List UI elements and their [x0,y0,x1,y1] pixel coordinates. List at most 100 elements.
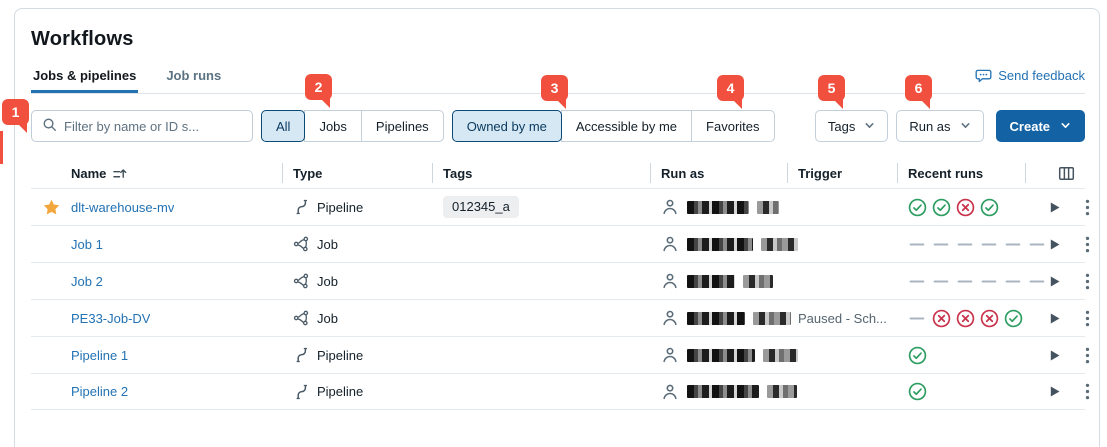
run-status-none-icon [932,272,951,291]
ownership-filter-owned-by-me[interactable]: Owned by me [451,110,562,142]
run-now-play-button[interactable] [1046,347,1063,364]
run-status-failure-icon[interactable] [932,309,951,328]
recent-runs-cell [908,382,1036,401]
trigger-cell: Paused - Sch... [798,311,908,326]
redacted-username [687,274,735,288]
column-header-label: Trigger [798,165,843,181]
tab-job-runs[interactable]: Job runs [164,68,223,93]
header-star-column [31,158,71,188]
tab-jobs-pipelines[interactable]: Jobs & pipelines [31,68,138,93]
run-status-none-icon [908,272,927,291]
tag-badge[interactable]: 012345_a [443,196,519,218]
run-status-success-icon[interactable] [908,346,927,365]
tags-dropdown[interactable]: Tags [814,110,889,142]
type-filter-jobs[interactable]: Jobs [304,110,362,142]
workflow-name-link[interactable]: Pipeline 2 [71,384,128,399]
user-icon [661,346,679,364]
type-label: Pipeline [317,199,364,215]
job-icon [293,236,309,252]
table-header-row: Name Type Tags Run as Trigger Recent runs [31,158,1085,188]
run-status-failure-icon[interactable] [956,309,975,328]
favorite-star-icon[interactable] [42,198,61,217]
run-status-success-icon[interactable] [932,198,951,217]
type-label: Job [317,236,338,252]
toolbar-right: Tags Run as Create [801,110,1085,142]
column-header-label: Recent runs [908,165,984,181]
column-header-label: Tags [443,165,473,181]
run-status-failure-icon[interactable] [980,309,999,328]
run-as-cell [661,272,798,290]
favorite-cell [31,198,71,217]
type-label: Job [317,273,338,289]
run-now-play-button[interactable] [1046,310,1063,327]
run-status-none-icon [1004,272,1023,291]
tags-dropdown-label: Tags [827,118,856,134]
column-header-label: Type [293,165,323,181]
row-actions-cell [1036,381,1090,402]
table-row-job-2: Job 2 Job [31,262,1090,299]
run-status-success-icon[interactable] [1004,309,1023,328]
run-now-play-button[interactable] [1046,383,1063,400]
name-cell: Pipeline 2 [71,384,293,399]
pipeline-icon [293,199,309,215]
workflows-card: Workflows Jobs & pipelines Job runs Send … [14,8,1100,447]
search-box[interactable] [31,110,253,142]
column-header-name: Name [71,158,293,188]
kebab-menu-button[interactable] [1083,345,1092,366]
redacted-username [687,348,756,362]
sort-ascending-icon[interactable] [112,167,127,180]
callout-badge-5: 5 [818,75,845,101]
redacted-username [687,237,754,251]
kebab-menu-button[interactable] [1083,234,1092,255]
workflow-name-link[interactable]: dlt-warehouse-mv [71,200,174,215]
tabs: Jobs & pipelines Job runs [31,68,249,93]
job-icon [293,273,309,289]
run-now-play-button[interactable] [1046,199,1063,216]
run-now-play-button[interactable] [1046,273,1063,290]
kebab-menu-button[interactable] [1083,271,1092,292]
search-input[interactable] [64,118,242,134]
kebab-menu-button[interactable] [1083,197,1092,218]
column-picker-button[interactable] [1056,163,1077,184]
run-as-dropdown[interactable]: Run as [896,110,984,142]
type-cell: Pipeline [293,199,443,215]
type-cell: Job [293,236,443,252]
run-status-success-icon[interactable] [980,198,999,217]
run-status-failure-icon[interactable] [956,198,975,217]
create-button[interactable]: Create [995,110,1085,142]
table-row-job-1: Job 1 Job [31,225,1090,262]
ownership-filter-accessible-by-me[interactable]: Accessible by me [560,110,693,142]
run-status-success-icon[interactable] [908,382,927,401]
kebab-menu-button[interactable] [1083,308,1092,329]
user-icon [661,383,679,401]
callout-badge-1: 1 [2,99,29,125]
name-cell: dlt-warehouse-mv [71,200,293,215]
recent-runs-cell [908,346,1036,365]
workflow-name-link[interactable]: Job 1 [71,237,103,252]
chevron-down-icon [864,119,875,134]
row-actions-cell [1036,197,1090,218]
workflow-name-link[interactable]: Job 2 [71,274,103,289]
ownership-filter-favorites[interactable]: Favorites [691,110,775,142]
run-status-success-icon[interactable] [908,198,927,217]
pipeline-icon [293,384,309,400]
run-now-play-button[interactable] [1046,236,1063,253]
column-header-label: Name [71,165,107,181]
send-feedback-link[interactable]: Send feedback [975,68,1085,93]
filter-toolbar: AllJobsPipelines Owned by meAccessible b… [31,110,1085,142]
workflow-name-link[interactable]: PE33-Job-DV [71,311,150,326]
type-filter-all[interactable]: All [261,110,306,142]
run-as-cell [661,383,798,401]
run-status-none-icon [932,235,951,254]
type-filter-pipelines[interactable]: Pipelines [360,110,444,142]
workflow-name-link[interactable]: Pipeline 1 [71,348,128,363]
name-cell: Job 2 [71,274,293,289]
run-status-none-icon [956,272,975,291]
redacted-username [753,311,791,325]
kebab-menu-button[interactable] [1083,381,1092,402]
job-icon [293,310,309,326]
run-as-cell [661,198,798,216]
ownership-filter-group: Owned by me Accessible by me Favorites [451,110,775,142]
user-icon [661,235,679,253]
name-cell: PE33-Job-DV [71,311,293,326]
